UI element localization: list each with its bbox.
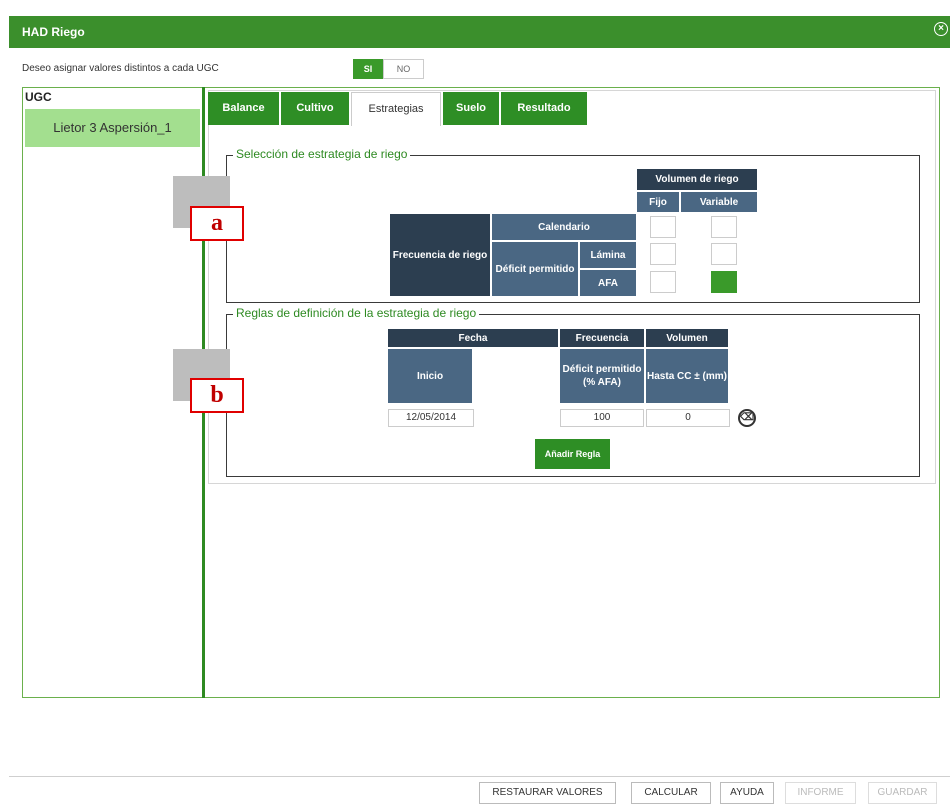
rules-legend: Reglas de definición de la estrategia de… bbox=[233, 306, 480, 320]
volumen-rule-header: Volumen bbox=[646, 329, 728, 347]
fecha-header: Fecha bbox=[388, 329, 558, 347]
calendario-variable-checkbox[interactable] bbox=[711, 216, 737, 238]
afa-header: AFA bbox=[580, 270, 636, 296]
calcular-button[interactable]: CALCULAR bbox=[631, 782, 711, 804]
restaurar-valores-button[interactable]: RESTAURAR VALORES bbox=[479, 782, 616, 804]
annotation-b: b bbox=[190, 378, 244, 413]
toggle-yes-button[interactable]: SI bbox=[353, 59, 383, 79]
calendario-fijo-checkbox[interactable] bbox=[650, 216, 676, 238]
variable-header: Variable bbox=[681, 192, 757, 212]
calendario-header: Calendario bbox=[492, 214, 636, 240]
deficit-rule-header: Déficit permitido (% AFA) bbox=[560, 349, 644, 403]
assign-values-label: Deseo asignar valores distintos a cada U… bbox=[22, 63, 219, 74]
toggle-no-button[interactable]: NO bbox=[383, 59, 424, 79]
lamina-variable-checkbox[interactable] bbox=[711, 243, 737, 265]
ugc-list-item[interactable]: Lietor 3 Aspersión_1 bbox=[25, 109, 200, 147]
frecuencia-header: Frecuencia de riego bbox=[390, 214, 490, 296]
afa-variable-checkbox[interactable] bbox=[711, 271, 737, 293]
window-title: HAD Riego bbox=[22, 25, 85, 39]
deficit-header: Déficit permitido bbox=[492, 242, 578, 296]
tab-bar: Balance Cultivo Estrategias Suelo Result… bbox=[208, 92, 589, 126]
guardar-button[interactable]: GUARDAR bbox=[868, 782, 937, 804]
hasta-cc-header: Hasta CC ± (mm) bbox=[646, 349, 728, 403]
tab-cultivo[interactable]: Cultivo bbox=[281, 92, 349, 125]
ayuda-button[interactable]: AYUDA bbox=[720, 782, 774, 804]
trash-icon[interactable]: ⌫ bbox=[738, 409, 756, 427]
assign-toggle[interactable]: SI NO bbox=[353, 59, 424, 79]
tab-estrategias[interactable]: Estrategias bbox=[351, 92, 441, 126]
footer-divider bbox=[9, 776, 950, 777]
title-bar: HAD Riego × bbox=[9, 16, 950, 48]
had-riego-window: HAD Riego × Deseo asignar valores distin… bbox=[0, 0, 950, 809]
afa-fijo-checkbox[interactable] bbox=[650, 271, 676, 293]
deficit-input[interactable]: 100 bbox=[560, 409, 644, 427]
add-rule-button[interactable]: Añadir Regla bbox=[535, 439, 610, 469]
tab-balance[interactable]: Balance bbox=[208, 92, 279, 125]
tab-suelo[interactable]: Suelo bbox=[443, 92, 499, 125]
informe-button[interactable]: INFORME bbox=[785, 782, 856, 804]
inicio-header: Inicio bbox=[388, 349, 472, 403]
fijo-header: Fijo bbox=[637, 192, 679, 212]
strategy-selection-legend: Selección de estrategia de riego bbox=[233, 147, 411, 161]
lamina-header: Lámina bbox=[580, 242, 636, 268]
fecha-input[interactable]: 12/05/2014 bbox=[388, 409, 474, 427]
close-icon[interactable]: × bbox=[934, 22, 948, 36]
lamina-fijo-checkbox[interactable] bbox=[650, 243, 676, 265]
volumen-input[interactable]: 0 bbox=[646, 409, 730, 427]
frecuencia-rule-header: Frecuencia bbox=[560, 329, 644, 347]
annotation-a: a bbox=[190, 206, 244, 241]
tab-resultado[interactable]: Resultado bbox=[501, 92, 587, 125]
volumen-header: Volumen de riego bbox=[637, 169, 757, 190]
ugc-title: UGC bbox=[25, 90, 52, 104]
